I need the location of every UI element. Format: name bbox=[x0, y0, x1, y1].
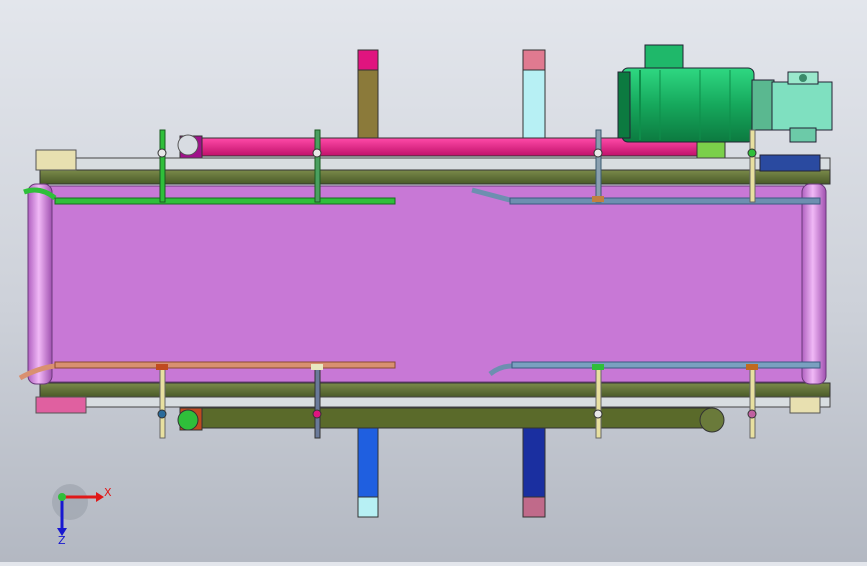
roller-right bbox=[801, 183, 827, 385]
top-leg-left bbox=[357, 49, 379, 141]
bottom-leg-right bbox=[522, 427, 546, 518]
axis-z-label: Z bbox=[58, 534, 66, 547]
drive-motor bbox=[617, 44, 755, 143]
lower-frame-rail bbox=[35, 382, 831, 433]
gearbox bbox=[751, 71, 833, 143]
conveyor-assembly-drawing: X Z bbox=[18, 44, 833, 547]
axis-triad-icon: X Z bbox=[52, 484, 112, 547]
axis-x-label: X bbox=[104, 486, 112, 499]
top-leg-right bbox=[522, 49, 546, 141]
bottom-leg-left bbox=[357, 427, 379, 518]
cad-viewport[interactable]: X Z bbox=[0, 0, 867, 562]
roller-left bbox=[27, 183, 53, 385]
conveyor-belt bbox=[49, 185, 806, 383]
